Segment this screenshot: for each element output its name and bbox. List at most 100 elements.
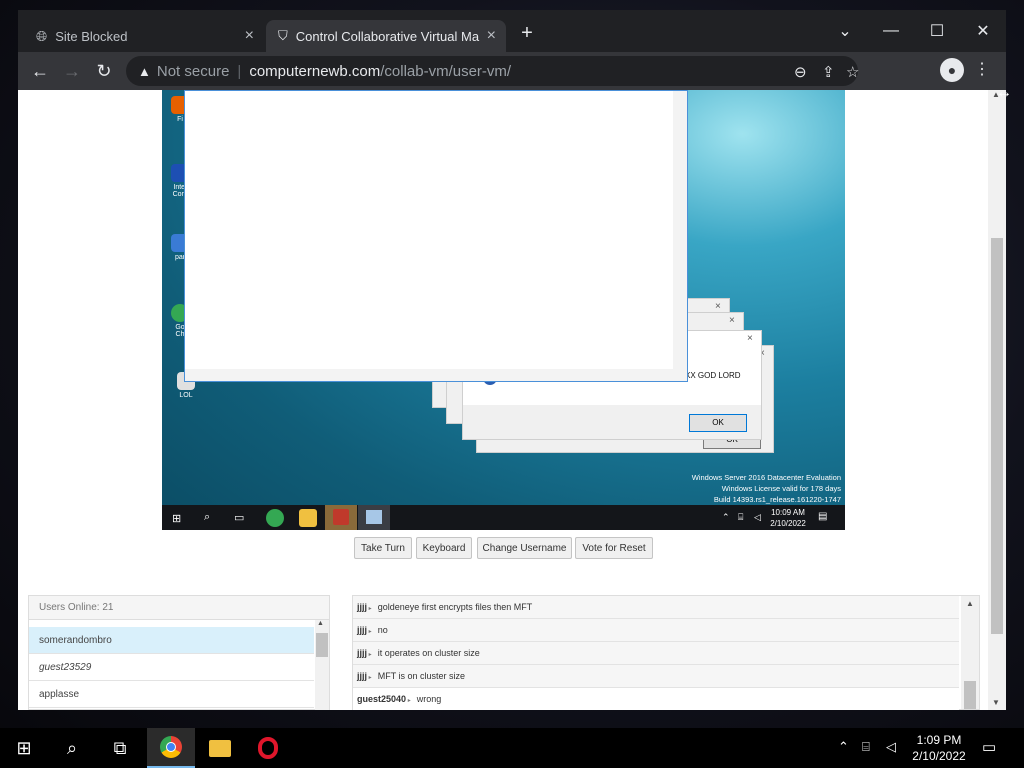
reload-icon[interactable]: ↻ bbox=[90, 58, 118, 84]
share-icon[interactable]: ⇪ bbox=[822, 63, 835, 81]
close-tab-icon[interactable]: × bbox=[245, 27, 254, 45]
vm-search-icon[interactable]: ⌕ bbox=[204, 511, 210, 524]
vm-active-app[interactable] bbox=[358, 505, 390, 530]
vm-task-view-icon[interactable]: ▭ bbox=[234, 511, 244, 524]
resize-cursor-icon: ↔ bbox=[996, 84, 1012, 101]
zoom-icon[interactable]: ⊖ bbox=[794, 63, 807, 81]
chat-username[interactable]: jjjj bbox=[357, 648, 367, 658]
chat-text: goldeneye first encrypts files then MFT bbox=[377, 602, 533, 612]
bookmark-star-icon[interactable]: ☆ bbox=[846, 63, 859, 81]
vm-dialog-footer: OK bbox=[463, 405, 761, 439]
chat-message: guest25040 ▸ wrong bbox=[353, 688, 959, 710]
chat-panel: jjjj ▸ goldeneye first encrypts files the… bbox=[352, 595, 980, 710]
chat-scrollbar[interactable]: ▲ bbox=[961, 596, 979, 709]
vm-window-scrollbar[interactable] bbox=[673, 91, 687, 381]
page-scrollbar-thumb[interactable] bbox=[991, 238, 1003, 634]
take-turn-button[interactable]: Take Turn bbox=[354, 537, 412, 559]
tab-title: Site Blocked bbox=[55, 28, 128, 44]
opera-taskbar-button[interactable] bbox=[244, 728, 292, 768]
vm-tray-chevron-icon[interactable]: ⌃ bbox=[722, 512, 730, 523]
forward-icon[interactable]: → bbox=[58, 58, 86, 84]
chat-message: jjjj ▸ no bbox=[353, 619, 959, 642]
vm-license-watermark: Windows Server 2016 Datacenter Evaluatio… bbox=[692, 472, 841, 505]
close-tab-icon[interactable]: × bbox=[487, 27, 496, 45]
browser-toolbar: ← → ↻ ▲ Not secure | computernewb.com/co… bbox=[18, 52, 1006, 90]
volume-muted-icon[interactable]: ◁ bbox=[886, 739, 896, 755]
notification-center-icon[interactable]: ▭ bbox=[982, 738, 996, 756]
chat-arrow-icon: ▸ bbox=[367, 629, 372, 635]
network-icon[interactable]: ⌸ bbox=[862, 739, 870, 755]
chat-arrow-icon: ▸ bbox=[367, 675, 372, 681]
keyboard-button[interactable]: Keyboard bbox=[416, 537, 472, 559]
vm-dialog-message: XX GOD LORD bbox=[685, 371, 741, 380]
vm-window-hscrollbar[interactable] bbox=[185, 369, 673, 381]
chat-message: jjjj ▸ goldeneye first encrypts files the… bbox=[353, 596, 959, 619]
tab-collab-vm[interactable]: ⛉ Control Collaborative Virtual Ma × bbox=[266, 20, 506, 52]
host-clock[interactable]: 1:09 PM 2/10/2022 bbox=[906, 732, 972, 764]
user-list-item[interactable]: guest23529 bbox=[29, 654, 314, 681]
vm-blank-window[interactable] bbox=[184, 90, 688, 382]
address-bar[interactable]: ▲ Not secure | computernewb.com/collab-v… bbox=[126, 56, 859, 86]
tray-chevron-icon[interactable]: ⌃ bbox=[838, 739, 849, 755]
users-online-header: Users Online: 21 bbox=[29, 596, 329, 620]
vm-notification-icon[interactable]: ▤ bbox=[818, 511, 827, 522]
vm-ok-button[interactable]: OK bbox=[689, 414, 747, 432]
license-line: Build 14393.rs1_release.161220-1747 bbox=[713, 495, 841, 504]
close-icon[interactable]: × bbox=[747, 333, 753, 344]
scroll-up-icon[interactable]: ▲ bbox=[966, 599, 974, 608]
chat-username[interactable]: jjjj bbox=[357, 625, 367, 635]
windows-start-icon[interactable]: ⊞ bbox=[0, 728, 48, 768]
tab-strip: 🌐︎ Site Blocked × ⛉ Control Collaborativ… bbox=[18, 10, 1006, 52]
vm-active-app[interactable] bbox=[325, 505, 357, 530]
vm-network-icon[interactable]: ⌸ bbox=[738, 512, 743, 523]
tab-site-blocked[interactable]: 🌐︎ Site Blocked × bbox=[24, 20, 264, 52]
minimize-button[interactable]: — bbox=[868, 16, 914, 46]
vote-reset-button[interactable]: Vote for Reset bbox=[575, 537, 653, 559]
scroll-down-icon[interactable]: ▼ bbox=[992, 698, 1000, 707]
users-scrollbar[interactable]: ▲ bbox=[315, 620, 329, 710]
maximize-button[interactable]: ☐ bbox=[914, 16, 960, 46]
tab-search-icon[interactable]: ⌄ bbox=[822, 16, 868, 46]
vm-volume-icon[interactable]: ◁ bbox=[754, 512, 761, 523]
back-icon[interactable]: ← bbox=[26, 58, 54, 84]
vm-screen[interactable]: Fi Intel Com par Go Ch LOL × × × XX GOD … bbox=[162, 90, 845, 530]
profile-icon[interactable]: ● bbox=[940, 58, 964, 82]
chrome-taskbar-button[interactable] bbox=[147, 728, 195, 768]
divider: | bbox=[237, 62, 242, 80]
vm-app-icon bbox=[333, 509, 349, 525]
users-scrollbar-thumb[interactable] bbox=[316, 633, 328, 657]
host-clock-time: 1:09 PM bbox=[916, 733, 962, 747]
search-icon[interactable]: ⌕ bbox=[48, 728, 96, 768]
new-tab-button[interactable]: + bbox=[516, 22, 538, 48]
chrome-icon bbox=[160, 736, 182, 758]
vm-clock[interactable]: 10:09 AM 2/10/2022 bbox=[764, 507, 812, 529]
chat-text: no bbox=[377, 625, 388, 635]
close-icon[interactable]: × bbox=[715, 301, 721, 312]
chat-message: jjjj ▸ MFT is on cluster size bbox=[353, 665, 959, 688]
menu-dots-icon[interactable]: ⋮ bbox=[974, 59, 990, 79]
close-icon[interactable]: × bbox=[729, 315, 735, 326]
chat-scrollbar-thumb[interactable] bbox=[964, 681, 976, 709]
host-taskbar: ⊞ ⌕ ⧉ ⌃ ⌸ ◁ 1:09 PM 2/10/2022 ▭ bbox=[0, 728, 1024, 768]
chat-arrow-icon: ▸ bbox=[367, 606, 372, 612]
vm-folder-icon[interactable] bbox=[299, 509, 317, 527]
vm-taskbar: ⊞ ⌕ ▭ ⌃ ⌸ ◁ 10:09 AM 2/10/2022 ▤ bbox=[162, 505, 845, 530]
chat-username[interactable]: jjjj bbox=[357, 671, 367, 681]
chat-arrow-icon: ▸ bbox=[406, 698, 411, 704]
url-path: /collab-vm/user-vm/ bbox=[380, 62, 512, 80]
task-view-icon[interactable]: ⧉ bbox=[96, 728, 144, 768]
vm-icon-label: LOL bbox=[179, 392, 193, 399]
vm-app-icon bbox=[366, 510, 382, 524]
user-list-item[interactable]: somerandombro bbox=[29, 627, 314, 654]
file-explorer-taskbar-button[interactable] bbox=[196, 728, 244, 768]
vm-start-icon[interactable]: ⊞ bbox=[172, 512, 181, 525]
change-username-button[interactable]: Change Username bbox=[477, 537, 572, 559]
chat-username[interactable]: guest25040 bbox=[357, 694, 406, 704]
chat-username[interactable]: jjjj bbox=[357, 602, 367, 612]
vm-chrome-icon[interactable] bbox=[266, 509, 284, 527]
scroll-up-icon[interactable]: ▲ bbox=[317, 620, 324, 627]
tab-title: Control Collaborative Virtual Ma bbox=[295, 28, 480, 44]
user-list-item[interactable]: applasse bbox=[29, 681, 314, 708]
close-window-button[interactable]: ✕ bbox=[960, 16, 1006, 46]
chat-text: it operates on cluster size bbox=[377, 648, 480, 658]
